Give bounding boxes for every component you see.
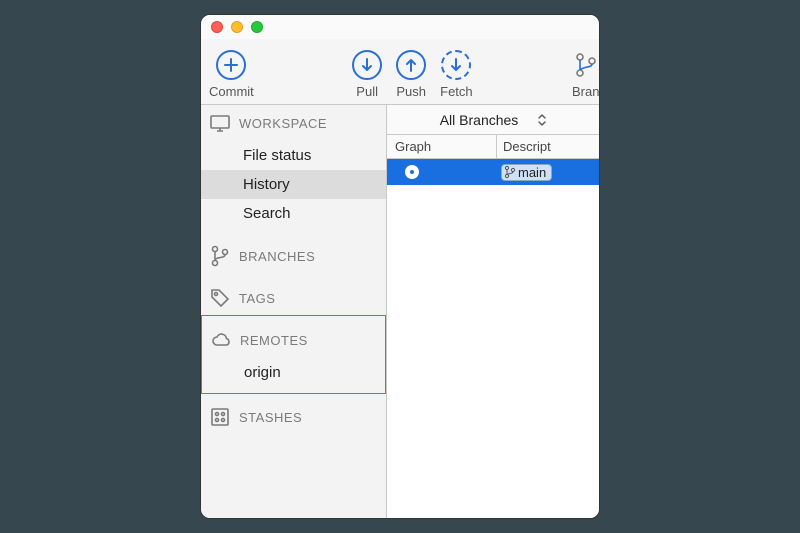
zoom-window-button[interactable] <box>251 21 263 33</box>
commit-dot-icon <box>405 165 419 179</box>
stashes-title: STASHES <box>239 410 378 425</box>
branch-label: Bran <box>572 84 600 99</box>
commit-label: Commit <box>209 84 254 99</box>
minimize-window-button[interactable] <box>231 21 243 33</box>
sidebar-item-history[interactable]: History <box>201 170 386 199</box>
sidebar-item-origin[interactable]: origin <box>202 358 385 393</box>
branches-title: BRANCHES <box>239 249 378 264</box>
sidebar-item-search[interactable]: Search <box>201 199 386 228</box>
monitor-icon <box>209 112 231 134</box>
branch-tiny-icon <box>504 165 516 179</box>
main-panel: All Branches Graph Descript main <box>387 105 599 518</box>
sidebar-section-branches[interactable]: BRANCHES <box>201 238 386 274</box>
push-label: Push <box>396 84 426 99</box>
commit-button[interactable]: Commit <box>209 43 254 101</box>
arrow-down-icon <box>352 50 382 80</box>
arrow-up-icon <box>396 50 426 80</box>
branch-button[interactable]: Bran <box>571 43 600 101</box>
app-window: Commit Pull Push Fetch <box>200 14 600 519</box>
description-cell: main <box>497 164 599 181</box>
sidebar-item-file-status[interactable]: File status <box>201 141 386 170</box>
pull-button[interactable]: Pull <box>352 43 382 101</box>
remotes-title: REMOTES <box>240 333 377 348</box>
branch-filter-dropdown[interactable]: All Branches <box>387 105 599 135</box>
sidebar-section-tags[interactable]: TAGS <box>201 280 386 316</box>
workspace-title: WORKSPACE <box>239 116 378 131</box>
chevron-updown-icon <box>538 113 546 127</box>
branch-badge[interactable]: main <box>501 164 552 181</box>
titlebar <box>201 15 599 39</box>
remotes-highlight-box: REMOTES origin <box>201 315 386 394</box>
stash-icon <box>209 406 231 428</box>
cloud-icon <box>210 329 232 351</box>
column-description[interactable]: Descript <box>497 135 599 158</box>
toolbar: Commit Pull Push Fetch <box>201 39 599 105</box>
commit-row[interactable]: main <box>387 159 599 185</box>
tag-icon <box>209 287 231 309</box>
plus-icon <box>216 50 246 80</box>
arrow-down-dashed-icon <box>441 50 471 80</box>
column-headers: Graph Descript <box>387 135 599 159</box>
sidebar: WORKSPACE File status History Search BRA… <box>201 105 387 518</box>
sidebar-section-remotes[interactable]: REMOTES <box>202 322 385 358</box>
branch-icon <box>571 50 600 80</box>
push-button[interactable]: Push <box>396 43 426 101</box>
column-graph[interactable]: Graph <box>387 135 497 158</box>
fetch-label: Fetch <box>440 84 473 99</box>
sidebar-section-stashes[interactable]: STASHES <box>201 399 386 435</box>
sidebar-section-workspace[interactable]: WORKSPACE <box>201 105 386 141</box>
pull-label: Pull <box>356 84 378 99</box>
close-window-button[interactable] <box>211 21 223 33</box>
graph-cell <box>387 165 497 179</box>
tags-title: TAGS <box>239 291 378 306</box>
fetch-button[interactable]: Fetch <box>440 43 473 101</box>
filter-label: All Branches <box>440 112 519 128</box>
branch-small-icon <box>209 245 231 267</box>
content-area: WORKSPACE File status History Search BRA… <box>201 105 599 518</box>
branch-name: main <box>518 165 546 180</box>
